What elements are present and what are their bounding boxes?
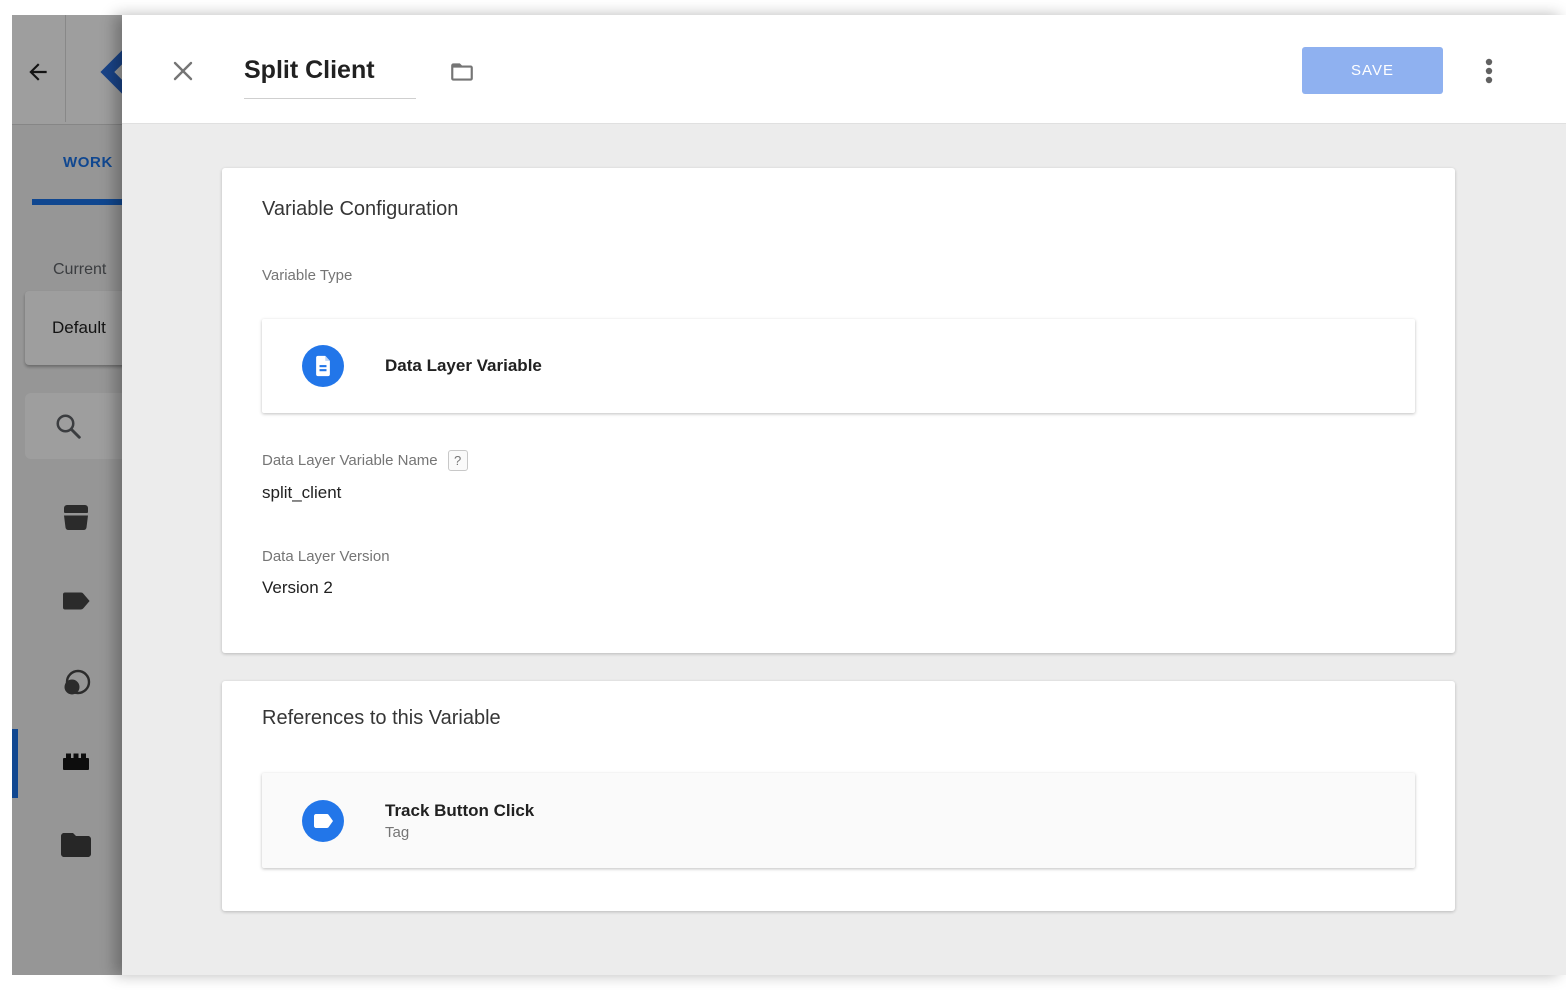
- help-icon[interactable]: ?: [448, 450, 468, 471]
- data-layer-variable-name-label: Data Layer Variable Name: [262, 452, 438, 469]
- references-title: References to this Variable: [262, 707, 501, 730]
- data-layer-variable-name-value: split_client: [262, 483, 341, 503]
- close-icon[interactable]: [168, 56, 198, 86]
- variable-configuration-card: Variable Configuration Variable Type Dat…: [222, 168, 1455, 653]
- variable-type-value: Data Layer Variable: [385, 356, 542, 376]
- overflow-menu-icon[interactable]: [1475, 55, 1503, 87]
- save-button[interactable]: SAVE: [1302, 47, 1443, 94]
- references-card: References to this Variable Track Button…: [222, 681, 1455, 911]
- data-layer-version-value: Version 2: [262, 578, 333, 598]
- editor-header: Split Client SAVE: [122, 15, 1566, 124]
- reference-item[interactable]: Track Button Click Tag: [262, 773, 1415, 868]
- variable-type-selector[interactable]: Data Layer Variable: [262, 319, 1415, 413]
- variable-editor-sheet: Split Client SAVE Variable Configuration: [122, 15, 1566, 975]
- workspace-sidebar: WORK Current Default: [12, 15, 122, 975]
- variable-name-field[interactable]: Split Client: [244, 53, 416, 99]
- variable-configuration-title: Variable Configuration: [262, 198, 458, 221]
- reference-name: Track Button Click: [385, 801, 534, 821]
- tag-icon: [311, 809, 335, 833]
- move-to-folder-icon[interactable]: [446, 59, 478, 85]
- tag-badge: [302, 800, 344, 842]
- variable-title: Split Client: [244, 53, 416, 87]
- modal-backdrop[interactable]: [12, 15, 122, 975]
- data-layer-version-label: Data Layer Version: [262, 548, 390, 565]
- variable-type-label: Variable Type: [262, 267, 352, 284]
- data-layer-variable-badge: [302, 345, 344, 387]
- data-layer-variable-name-row: Data Layer Variable Name ?: [262, 450, 468, 471]
- editor-content: Variable Configuration Variable Type Dat…: [122, 125, 1566, 975]
- data-layer-document-icon: [312, 354, 334, 378]
- tag-manager-app: WORK Current Default: [12, 15, 1566, 975]
- reference-type: Tag: [385, 824, 534, 841]
